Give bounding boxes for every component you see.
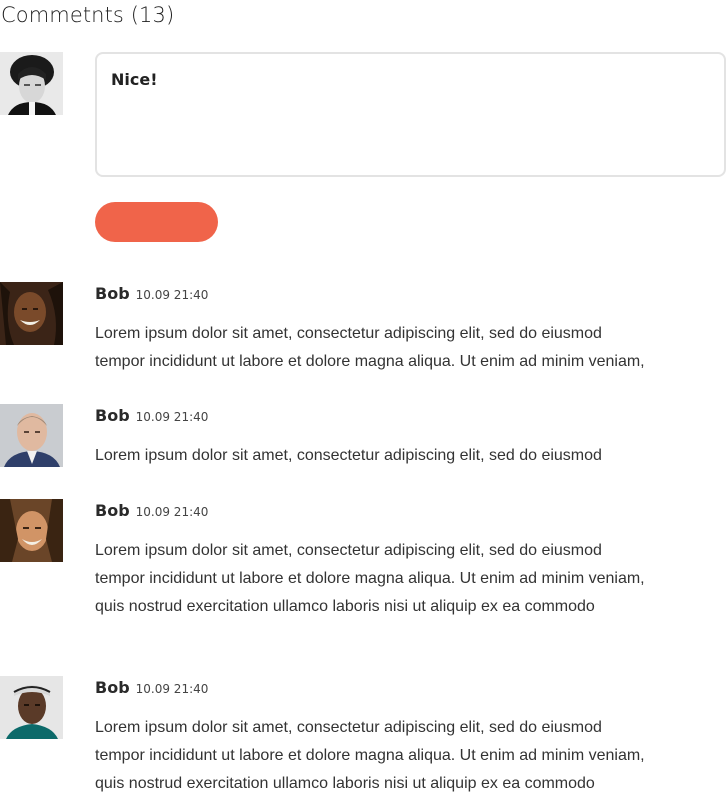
comment-author[interactable]: Bob [95, 406, 130, 425]
comment-item: Bob 10.09 21:40 Lorem ipsum dolor sit ame… [95, 499, 728, 621]
comment-input[interactable]: Nice! [95, 52, 726, 177]
comment-text-line: tempor incididunt ut labore et dolore ma… [95, 353, 645, 370]
comment-text-line: tempor incididunt ut labore et dolore ma… [95, 570, 645, 587]
comment-text: Lorem ipsum dolor sit amet, consectetur … [95, 442, 728, 470]
comment-text-line: Lorem ipsum dolor sit amet, consectetur … [95, 325, 602, 342]
comment-timestamp: 10.09 21:40 [135, 682, 209, 696]
comment-timestamp: 10.09 21:40 [135, 505, 209, 519]
comment-timestamp: 10.09 21:40 [135, 288, 209, 302]
comment-text: Lorem ipsum dolor sit amet, consectetur … [95, 320, 728, 376]
comment-timestamp: 10.09 21:40 [135, 410, 209, 424]
comment-author[interactable]: Bob [95, 501, 130, 520]
comment-text-line: Lorem ipsum dolor sit amet, consectetur … [95, 719, 602, 736]
comment-text-line: quis nostrud exercitation ullamco labori… [95, 775, 595, 792]
comment-item: Bob 10.09 21:40 Lorem ipsum dolor sit ame… [95, 676, 728, 798]
submit-comment-button[interactable] [95, 202, 218, 242]
commenter-avatar [0, 404, 63, 467]
comment-text-line: Lorem ipsum dolor sit amet, consectetur … [95, 542, 602, 559]
commenter-avatar [0, 499, 63, 562]
current-user-avatar [0, 52, 63, 115]
comment-text: Lorem ipsum dolor sit amet, consectetur … [95, 537, 728, 621]
page-title: Commetnts (13) [1, 3, 175, 27]
comment-text: Lorem ipsum dolor sit amet, consectetur … [95, 714, 728, 798]
comment-item: Bob 10.09 21:40 Lorem ipsum dolor sit ame… [95, 282, 728, 376]
comment-text-line: Lorem ipsum dolor sit amet, consectetur … [95, 447, 602, 464]
commenter-avatar [0, 282, 63, 345]
comment-text-line: tempor incididunt ut labore et dolore ma… [95, 747, 645, 764]
commenter-avatar [0, 676, 63, 739]
comment-author[interactable]: Bob [95, 678, 130, 697]
comment-author[interactable]: Bob [95, 284, 130, 303]
comment-item: Bob 10.09 21:40 Lorem ipsum dolor sit ame… [95, 404, 728, 470]
comment-text-line: quis nostrud exercitation ullamco labori… [95, 598, 595, 615]
